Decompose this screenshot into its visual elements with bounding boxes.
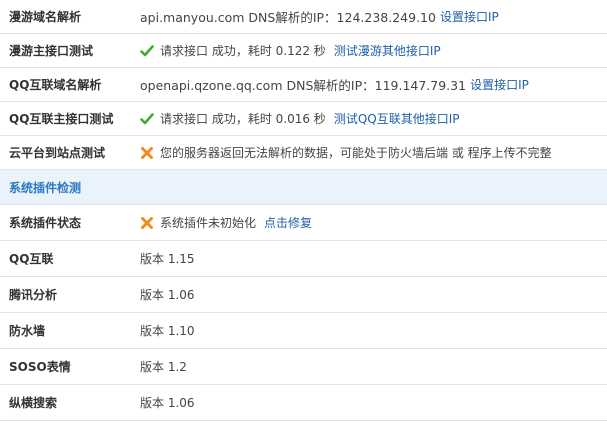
dns-result-text: openapi.qzone.qq.com DNS解析的IP：119.147.79…	[140, 78, 467, 93]
error-x-icon	[140, 216, 154, 230]
row-cloud-to-site-test: 云平台到站点测试 您的服务器返回无法解析的数据，可能处于防火墙后端 或 程序上传…	[0, 136, 607, 170]
plugin-version: 版本 1.06	[140, 396, 195, 410]
row-plugin-soso-emoticons: SOSO表情 版本 1.2	[0, 349, 607, 385]
section-plugin-check: 系统插件检测	[0, 170, 607, 205]
click-to-fix-link[interactable]: 点击修复	[264, 214, 312, 231]
row-label: 漫游主接口测试	[9, 44, 94, 58]
result-text: 系统插件未初始化	[160, 216, 257, 230]
row-plugin-zongheng-search: 纵横搜索 版本 1.06	[0, 385, 607, 421]
row-value: 请求接口 成功，耗时 0.122 秒 测试漫游其他接口IP	[140, 34, 441, 67]
section-title: 系统插件检测	[9, 180, 82, 195]
row-plugin-tencent-analytics: 腾讯分析 版本 1.06	[0, 277, 607, 313]
error-x-icon	[140, 146, 154, 160]
dns-result-text: api.manyou.com DNS解析的IP：124.238.249.10	[140, 10, 436, 25]
plugin-version: 版本 1.15	[140, 252, 195, 266]
set-interface-ip-link[interactable]: 设置接口IP	[440, 8, 499, 25]
row-value: api.manyou.com DNS解析的IP：124.238.249.10 设…	[140, 0, 499, 33]
row-value: 您的服务器返回无法解析的数据，可能处于防火墙后端 或 程序上传不完整	[140, 136, 552, 169]
plugin-version: 版本 1.06	[140, 288, 195, 302]
plugin-name: 纵横搜索	[9, 396, 58, 410]
cloud-diagnostics-table: 漫游域名解析 api.manyou.com DNS解析的IP：124.238.2…	[0, 0, 607, 421]
plugin-version: 版本 1.10	[140, 324, 195, 338]
test-other-qq-connect-ip-link[interactable]: 测试QQ互联其他接口IP	[334, 110, 460, 127]
row-value: 系统插件未初始化 点击修复	[140, 205, 312, 240]
row-plugin-qq-connect: QQ互联 版本 1.15	[0, 241, 607, 277]
row-manyou-main-interface: 漫游主接口测试 请求接口 成功，耗时 0.122 秒 测试漫游其他接口IP	[0, 34, 607, 68]
row-label: 漫游域名解析	[9, 10, 82, 24]
set-interface-ip-link[interactable]: 设置接口IP	[470, 76, 529, 93]
row-label: QQ互联主接口测试	[9, 112, 114, 126]
row-label: 系统插件状态	[9, 216, 82, 230]
row-value: openapi.qzone.qq.com DNS解析的IP：119.147.79…	[140, 68, 529, 101]
test-other-manyou-ip-link[interactable]: 测试漫游其他接口IP	[334, 42, 441, 59]
row-label: QQ互联域名解析	[9, 78, 102, 92]
row-plugin-status: 系统插件状态 系统插件未初始化 点击修复	[0, 205, 607, 241]
check-icon	[140, 112, 154, 126]
check-icon	[140, 44, 154, 58]
plugin-name: SOSO表情	[9, 360, 71, 374]
row-manyou-dns: 漫游域名解析 api.manyou.com DNS解析的IP：124.238.2…	[0, 0, 607, 34]
result-text: 您的服务器返回无法解析的数据，可能处于防火墙后端 或 程序上传不完整	[160, 146, 552, 160]
row-value: 请求接口 成功，耗时 0.016 秒 测试QQ互联其他接口IP	[140, 102, 459, 135]
plugin-name: QQ互联	[9, 252, 54, 266]
row-label: 云平台到站点测试	[9, 146, 106, 160]
plugin-name: 腾讯分析	[9, 288, 58, 302]
result-text: 请求接口 成功，耗时 0.016 秒	[160, 112, 326, 126]
plugin-name: 防水墙	[9, 324, 46, 338]
row-qq-connect-dns: QQ互联域名解析 openapi.qzone.qq.com DNS解析的IP：1…	[0, 68, 607, 102]
result-text: 请求接口 成功，耗时 0.122 秒	[160, 44, 326, 58]
row-plugin-firewall: 防水墙 版本 1.10	[0, 313, 607, 349]
row-qq-connect-main-interface: QQ互联主接口测试 请求接口 成功，耗时 0.016 秒 测试QQ互联其他接口I…	[0, 102, 607, 136]
plugin-version: 版本 1.2	[140, 360, 187, 374]
